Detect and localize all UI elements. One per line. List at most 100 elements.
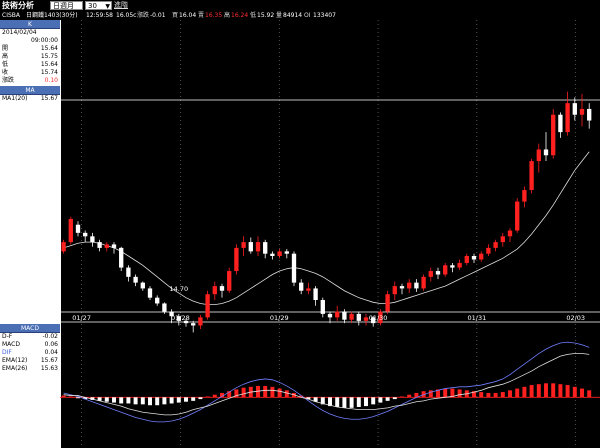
chart-area[interactable]: 14.70 01/27 01/28 01/29 01/30 01/31 02/03 bbox=[60, 20, 600, 448]
candle[interactable] bbox=[191, 320, 196, 333]
candle[interactable] bbox=[515, 198, 520, 233]
candle-body bbox=[97, 242, 102, 248]
candle[interactable] bbox=[536, 143, 541, 173]
candle[interactable] bbox=[133, 274, 138, 287]
candle-body bbox=[558, 114, 563, 133]
candle[interactable] bbox=[284, 249, 289, 259]
ask-label: 賣 bbox=[198, 12, 205, 19]
candle-body bbox=[464, 256, 469, 263]
candle-body bbox=[277, 251, 282, 256]
candle[interactable] bbox=[306, 282, 311, 295]
candle[interactable] bbox=[68, 216, 73, 245]
candle[interactable] bbox=[529, 158, 534, 194]
candle-layer[interactable]: 14.70 bbox=[61, 91, 592, 333]
candle[interactable] bbox=[543, 132, 549, 162]
candle[interactable] bbox=[421, 274, 426, 291]
candle[interactable] bbox=[457, 259, 462, 270]
candle[interactable] bbox=[507, 228, 513, 243]
volume-value: 84914 bbox=[283, 12, 303, 19]
candle[interactable] bbox=[428, 267, 433, 282]
candle[interactable] bbox=[147, 286, 153, 300]
candle[interactable] bbox=[241, 236, 246, 256]
candle[interactable] bbox=[335, 305, 340, 321]
candle[interactable] bbox=[234, 244, 239, 275]
candle[interactable] bbox=[407, 279, 412, 294]
candle[interactable] bbox=[255, 236, 261, 256]
candle[interactable] bbox=[90, 232, 95, 247]
candle[interactable] bbox=[126, 265, 131, 282]
period-label[interactable]: 日週月 bbox=[53, 2, 74, 10]
ema26-label: EMA(26) bbox=[2, 365, 28, 372]
candle[interactable] bbox=[83, 230, 88, 243]
candle[interactable] bbox=[479, 251, 484, 262]
candle[interactable] bbox=[385, 290, 390, 314]
candle[interactable] bbox=[104, 242, 109, 252]
candle[interactable] bbox=[313, 286, 318, 306]
advanced-link[interactable]: 進階 bbox=[114, 1, 128, 10]
candle[interactable] bbox=[587, 103, 592, 129]
candle[interactable] bbox=[119, 246, 124, 272]
candle[interactable] bbox=[500, 232, 505, 247]
candle[interactable] bbox=[471, 253, 477, 263]
candle[interactable] bbox=[212, 281, 217, 300]
chevron-down-icon[interactable]: ▼ bbox=[105, 2, 110, 11]
candle[interactable] bbox=[205, 290, 210, 320]
candle[interactable] bbox=[291, 251, 297, 287]
ma-panel-header[interactable]: MA bbox=[0, 86, 60, 95]
candle[interactable] bbox=[579, 93, 585, 127]
candle[interactable] bbox=[155, 295, 160, 306]
candle[interactable] bbox=[327, 311, 333, 324]
macd-hist-bar bbox=[392, 397, 397, 400]
candle[interactable] bbox=[486, 244, 491, 256]
candle-body bbox=[198, 317, 203, 326]
candle[interactable] bbox=[558, 112, 563, 138]
candle[interactable] bbox=[443, 262, 448, 277]
macd-hist-bar bbox=[572, 386, 577, 398]
candle-body bbox=[486, 247, 491, 254]
candle[interactable] bbox=[392, 281, 397, 300]
candle[interactable] bbox=[435, 267, 441, 280]
candle[interactable] bbox=[248, 237, 253, 254]
interval-select[interactable]: 30 ▼ bbox=[85, 1, 112, 10]
candle[interactable] bbox=[227, 267, 232, 294]
k-panel-header[interactable]: K bbox=[0, 20, 60, 29]
macd-hist-bar bbox=[356, 397, 361, 407]
candle[interactable] bbox=[363, 313, 369, 326]
candle[interactable] bbox=[263, 239, 268, 259]
candle[interactable] bbox=[320, 297, 325, 318]
candle[interactable] bbox=[565, 91, 570, 136]
candle[interactable] bbox=[356, 311, 361, 326]
candle-body bbox=[241, 242, 246, 248]
candle[interactable] bbox=[522, 186, 527, 208]
candle[interactable] bbox=[270, 251, 275, 260]
change-row: 漲跌 0.10 bbox=[0, 77, 60, 85]
candle[interactable] bbox=[198, 315, 203, 329]
candle-body bbox=[443, 265, 448, 275]
candle[interactable] bbox=[219, 283, 225, 298]
macd-panel-header[interactable]: MACD bbox=[0, 324, 60, 333]
candle[interactable] bbox=[493, 239, 498, 252]
candle[interactable] bbox=[97, 239, 102, 252]
interval-value[interactable]: 30 bbox=[88, 2, 97, 10]
candle[interactable] bbox=[140, 281, 145, 291]
candle[interactable] bbox=[414, 279, 419, 292]
candle[interactable] bbox=[450, 262, 455, 273]
bid-value: 16.04 bbox=[179, 12, 197, 19]
macd-hist-bar bbox=[558, 384, 563, 398]
candle[interactable] bbox=[572, 97, 577, 121]
high-row: 高 15.75 bbox=[0, 53, 60, 61]
candle-body bbox=[270, 253, 275, 256]
macd-hist-bar bbox=[205, 396, 210, 398]
candle[interactable] bbox=[111, 242, 117, 254]
candle[interactable] bbox=[464, 253, 469, 266]
candle[interactable] bbox=[399, 283, 405, 295]
candle[interactable] bbox=[349, 311, 354, 324]
period-selector[interactable]: 日週月分 bbox=[50, 1, 83, 19]
candle[interactable] bbox=[299, 279, 304, 295]
candle[interactable] bbox=[342, 309, 347, 324]
candle[interactable] bbox=[61, 239, 66, 254]
candle[interactable] bbox=[75, 221, 81, 237]
candle[interactable] bbox=[277, 249, 282, 259]
candle[interactable] bbox=[551, 108, 556, 159]
low-label: 低 bbox=[2, 61, 9, 68]
